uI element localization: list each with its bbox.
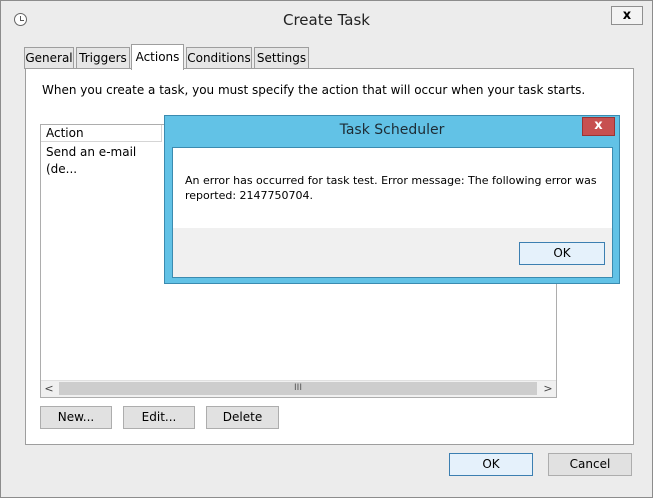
error-message: An error has occurred for task test. Err… xyxy=(173,148,612,228)
scroll-thumb[interactable]: III xyxy=(59,382,537,395)
scroll-right-icon[interactable]: > xyxy=(540,381,556,397)
new-button[interactable]: New... xyxy=(40,406,112,429)
scroll-left-icon[interactable]: < xyxy=(41,381,57,397)
tab-triggers[interactable]: Triggers xyxy=(76,47,130,69)
table-row[interactable]: Send an e-mail (de... xyxy=(41,144,162,176)
actions-instruction: When you create a task, you must specify… xyxy=(42,83,586,97)
column-header-action[interactable]: Action xyxy=(41,125,162,142)
tab-conditions[interactable]: Conditions xyxy=(186,47,252,69)
title-bar[interactable]: Create Task x xyxy=(1,1,652,37)
dialog-close-button[interactable]: x xyxy=(582,117,615,136)
error-message-line: An error has occurred for task test. Err… xyxy=(185,174,597,187)
cancel-button[interactable]: Cancel xyxy=(548,453,632,476)
horizontal-scrollbar[interactable]: < III > xyxy=(41,380,556,397)
tab-actions[interactable]: Actions xyxy=(131,44,184,70)
window-title: Create Task xyxy=(283,11,370,29)
tab-general[interactable]: General xyxy=(24,47,74,69)
error-dialog: Task Scheduler x An error has occurred f… xyxy=(164,115,620,284)
error-message-line: reported: 2147750704. xyxy=(185,189,314,202)
ok-button[interactable]: OK xyxy=(449,453,533,476)
tab-settings[interactable]: Settings xyxy=(254,47,309,69)
close-button[interactable]: x xyxy=(611,6,643,25)
delete-button[interactable]: Delete xyxy=(206,406,279,429)
dialog-ok-button[interactable]: OK xyxy=(519,242,605,265)
dialog-body: An error has occurred for task test. Err… xyxy=(172,147,613,278)
dialog-title: Task Scheduler xyxy=(339,122,445,138)
edit-button[interactable]: Edit... xyxy=(123,406,195,429)
